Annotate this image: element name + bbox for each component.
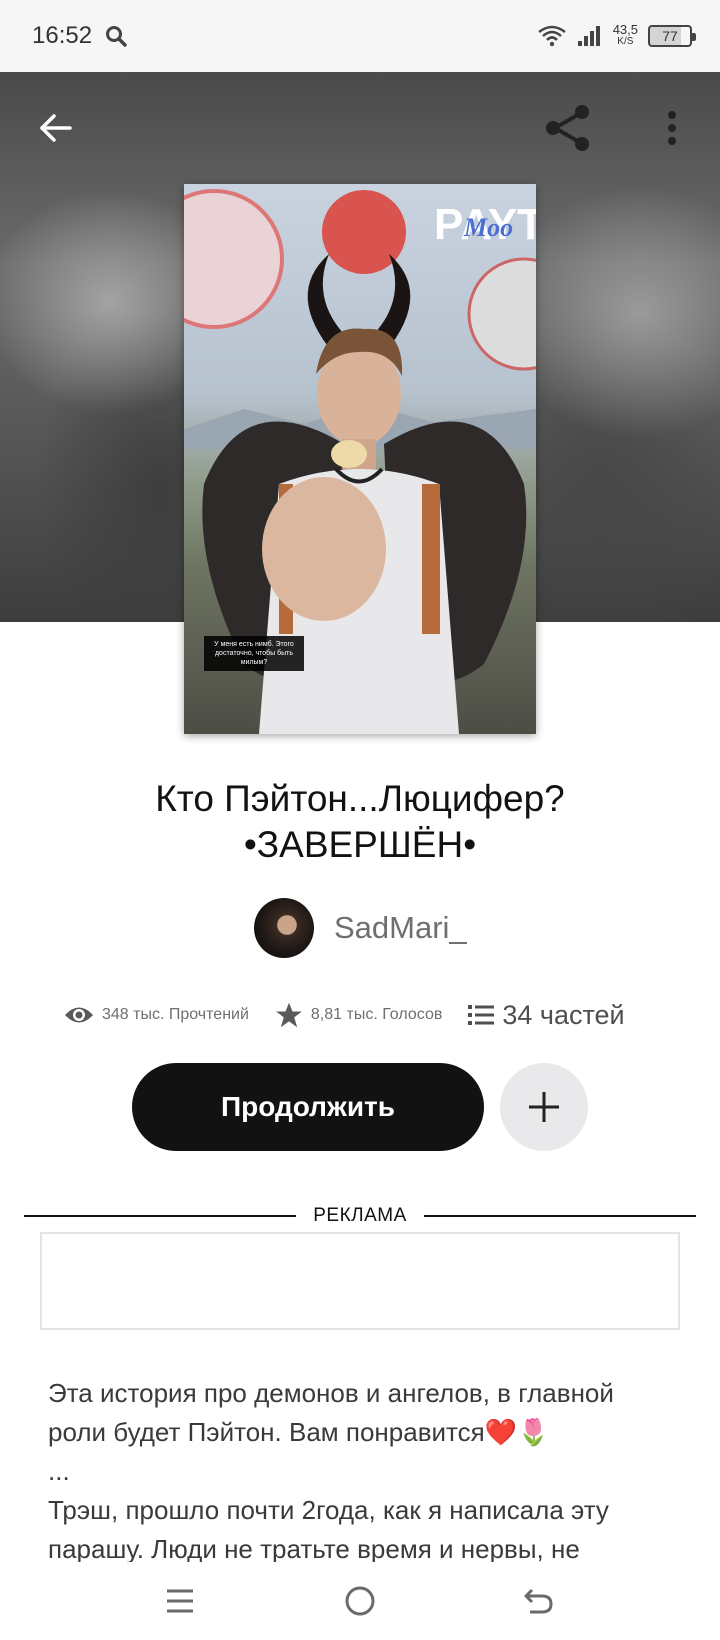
votes-count: 8,81 тыс. Голосов bbox=[310, 1006, 443, 1023]
ad-slot[interactable] bbox=[40, 1232, 680, 1330]
wifi-icon bbox=[537, 25, 566, 47]
story-description: Эта история про демонов и ангелов, в гла… bbox=[48, 1374, 676, 1562]
net-speed-unit: K/S bbox=[617, 36, 634, 47]
home-circle-icon bbox=[345, 1586, 375, 1616]
list-icon bbox=[468, 1005, 495, 1025]
net-speed-value: 43,5 bbox=[612, 22, 638, 37]
description-line: Эта история про демонов и ангелов, в гла… bbox=[48, 1378, 614, 1447]
more-vert-icon bbox=[668, 111, 676, 145]
more-options-button[interactable] bbox=[642, 98, 702, 158]
back-nav-button[interactable] bbox=[508, 1576, 568, 1626]
system-nav-bar bbox=[0, 1562, 720, 1640]
cover-caption: У меня есть нимб. Этого достаточно, чтоб… bbox=[204, 636, 304, 671]
votes-stat: 8,81 тыс. Голосов bbox=[275, 1001, 442, 1029]
author-name: SadMari_ bbox=[334, 910, 467, 945]
back-arrow-icon bbox=[40, 114, 72, 142]
battery-level: 77 bbox=[662, 28, 678, 44]
story-cover[interactable]: PAYT Moo У меня есть нимб. Этого достато… bbox=[184, 184, 536, 734]
avatar bbox=[254, 898, 314, 958]
signal-icon bbox=[577, 26, 600, 46]
back-button[interactable] bbox=[26, 98, 86, 158]
ad-divider: РЕКЛАМА bbox=[24, 1204, 696, 1228]
plus-icon bbox=[529, 1092, 559, 1122]
search-icon bbox=[106, 26, 127, 47]
reads-count: 348 тыс. Прочтений bbox=[102, 1006, 249, 1023]
parts-count: 34 частей bbox=[502, 999, 625, 1030]
status-icons: 43,5 K/S 77 bbox=[537, 20, 696, 52]
status-bar: 16:52 43,5 K/S 77 bbox=[0, 0, 720, 72]
reads-stat: 348 тыс. Прочтений bbox=[64, 1004, 249, 1026]
share-button[interactable] bbox=[538, 98, 598, 158]
story-title-line2: •ЗАВЕРШЁН• bbox=[243, 824, 477, 865]
battery-icon: 77 bbox=[648, 25, 696, 47]
story-stats: 348 тыс. Прочтений 8,81 тыс. Голосов 34 … bbox=[64, 998, 664, 1032]
eye-icon bbox=[65, 1007, 93, 1023]
svg-text:Moo: Moo bbox=[463, 213, 513, 242]
story-title-line1: Кто Пэйтон...Люцифер? bbox=[155, 778, 565, 819]
menu-icon bbox=[167, 1589, 193, 1613]
status-time: 16:52 bbox=[32, 22, 93, 49]
continue-reading-button[interactable]: Продолжить bbox=[132, 1063, 484, 1151]
description-line: Трэш, прошло почти 2года, как я написала… bbox=[48, 1495, 609, 1562]
add-to-library-button[interactable] bbox=[500, 1063, 588, 1151]
author-link[interactable]: SadMari_ bbox=[254, 898, 467, 958]
description-line: ... bbox=[48, 1456, 70, 1486]
star-icon bbox=[276, 1002, 302, 1028]
recent-apps-button[interactable] bbox=[150, 1576, 210, 1626]
home-button[interactable] bbox=[330, 1576, 390, 1626]
parts-stat[interactable]: 34 частей bbox=[468, 999, 625, 1031]
net-speed: 43,5 K/S bbox=[612, 22, 638, 48]
story-title: Кто Пэйтон...Люцифер? •ЗАВЕРШЁН• bbox=[40, 776, 680, 868]
share-icon bbox=[546, 105, 589, 151]
back-nav-icon bbox=[524, 1588, 553, 1614]
ad-divider-line-right bbox=[424, 1215, 696, 1217]
